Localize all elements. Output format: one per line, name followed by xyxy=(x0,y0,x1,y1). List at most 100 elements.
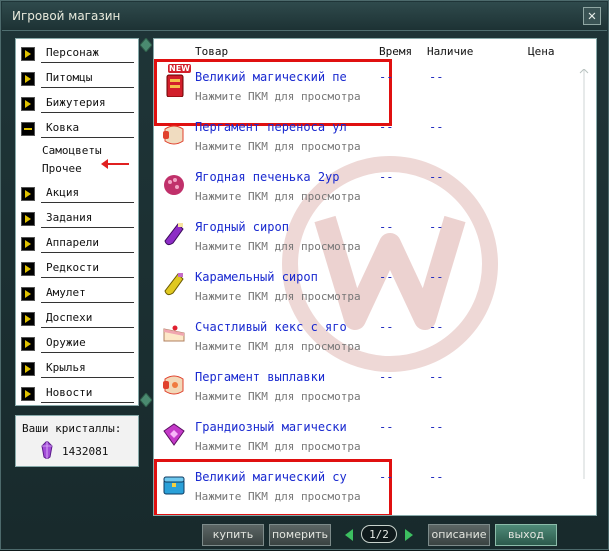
category-divider xyxy=(41,87,134,88)
prev-page-icon[interactable] xyxy=(345,529,353,541)
item-row[interactable]: Счастливый кекс с яго Нажмите ПКМ для про… xyxy=(154,312,596,362)
item-hint: Нажмите ПКМ для просмотра xyxy=(195,290,361,303)
item-availability: -- xyxy=(429,120,444,134)
new-scroll-icon[interactable] xyxy=(161,71,187,97)
try-on-button[interactable]: померить xyxy=(269,524,331,546)
category-divider xyxy=(41,202,134,203)
item-row[interactable]: Ягодный сироп Нажмите ПКМ для просмотра --… xyxy=(154,212,596,262)
item-row[interactable]: Ягодная печенька 2ур Нажмите ПКМ для прос… xyxy=(154,162,596,212)
column-header-availability: Наличие xyxy=(427,45,474,58)
category-divider xyxy=(41,137,134,138)
expand-icon[interactable] xyxy=(21,312,35,326)
red-pointer-arrow-icon xyxy=(101,159,129,169)
item-name: Пергамент выплавки xyxy=(195,370,326,384)
magic-gem-icon[interactable] xyxy=(161,421,187,447)
expand-icon[interactable] xyxy=(21,387,35,401)
item-row[interactable]: Пергамент переноса ул Нажмите ПКМ для про… xyxy=(154,112,596,162)
decorative-chevron-icon xyxy=(140,393,152,407)
expand-icon[interactable] xyxy=(21,187,35,201)
item-time: -- xyxy=(379,470,394,484)
item-list-panel: Товар Время Наличие Цена NEW Великий маги… xyxy=(153,38,597,516)
item-time: -- xyxy=(379,370,394,384)
item-row[interactable]: Грандиозный магически Нажмите ПКМ для про… xyxy=(154,412,596,462)
category-item[interactable]: Редкости xyxy=(16,256,138,280)
item-time: -- xyxy=(379,220,394,234)
blue-chest-icon[interactable] xyxy=(161,471,187,497)
category-label: Редкости xyxy=(46,261,99,274)
category-divider xyxy=(41,302,134,303)
subcategory-item[interactable]: Прочее xyxy=(42,162,82,175)
crystal-icon xyxy=(41,441,53,459)
item-hint: Нажмите ПКМ для просмотра xyxy=(195,240,361,253)
cake-slice-icon[interactable] xyxy=(161,321,187,347)
expand-icon[interactable] xyxy=(21,212,35,226)
item-availability: -- xyxy=(429,420,444,434)
next-page-icon[interactable] xyxy=(405,529,413,541)
category-item[interactable]: Бижутерия xyxy=(16,91,138,115)
item-row[interactable]: Пергамент выплавки Нажмите ПКМ для просмо… xyxy=(154,362,596,412)
category-divider xyxy=(41,327,134,328)
item-hint: Нажмите ПКМ для просмотра xyxy=(195,90,361,103)
decorative-chevron-icon xyxy=(140,38,152,52)
crystal-amount: 1432081 xyxy=(62,445,109,458)
category-item[interactable]: Крылья xyxy=(16,356,138,380)
exit-button[interactable]: выход xyxy=(495,524,557,546)
footer-bar: купить померить 1/2 описание выход xyxy=(1,519,609,551)
item-availability: -- xyxy=(429,320,444,334)
category-item[interactable]: Новости xyxy=(16,381,138,405)
category-label: Аппарели xyxy=(46,236,99,249)
crystal-label: Ваши кристаллы: xyxy=(22,422,122,435)
category-label: Персонаж xyxy=(46,46,99,59)
collapse-icon[interactable] xyxy=(21,122,35,136)
category-item[interactable]: Амулет xyxy=(16,281,138,305)
category-item[interactable]: Ковка xyxy=(16,116,138,140)
page-indicator: 1/2 xyxy=(361,525,397,543)
item-hint: Нажмите ПКМ для просмотра xyxy=(195,440,361,453)
buy-button[interactable]: купить xyxy=(202,524,264,546)
category-label: Амулет xyxy=(46,286,86,299)
item-row[interactable]: Великий магический су Нажмите ПКМ для про… xyxy=(154,462,596,512)
expand-icon[interactable] xyxy=(21,262,35,276)
category-item[interactable]: Акция xyxy=(16,181,138,205)
expand-icon[interactable] xyxy=(21,97,35,111)
category-item[interactable]: Задания xyxy=(16,206,138,230)
item-availability: -- xyxy=(429,270,444,284)
berry-cookie-icon[interactable] xyxy=(161,171,187,197)
item-time: -- xyxy=(379,170,394,184)
item-name: Карамельный сироп xyxy=(195,270,318,284)
expand-icon[interactable] xyxy=(21,72,35,86)
category-label: Доспехи xyxy=(46,311,93,324)
title-bar[interactable]: Игровой магазин ✕ xyxy=(2,2,607,31)
category-divider xyxy=(41,62,134,63)
category-item[interactable]: Персонаж xyxy=(16,41,138,65)
expand-icon[interactable] xyxy=(21,337,35,351)
subcategory-item[interactable]: Самоцветы xyxy=(42,144,102,157)
category-item[interactable]: Аппарели xyxy=(16,231,138,255)
expand-icon[interactable] xyxy=(21,237,35,251)
expand-icon[interactable] xyxy=(21,362,35,376)
category-item[interactable]: Питомцы xyxy=(16,66,138,90)
item-availability: -- xyxy=(429,470,444,484)
expand-icon[interactable] xyxy=(21,287,35,301)
description-button[interactable]: описание xyxy=(428,524,490,546)
close-button[interactable]: ✕ xyxy=(583,7,601,25)
yellow-bottle-icon[interactable] xyxy=(161,271,187,297)
item-hint: Нажмите ПКМ для просмотра xyxy=(195,390,361,403)
category-divider xyxy=(41,352,134,353)
category-item[interactable]: Доспехи xyxy=(16,306,138,330)
purple-bottle-icon[interactable] xyxy=(161,221,187,247)
item-name: Великий магический пе xyxy=(195,70,347,84)
expand-icon[interactable] xyxy=(21,47,35,61)
item-availability: -- xyxy=(429,370,444,384)
item-row[interactable]: Карамельный сироп Нажмите ПКМ для просмот… xyxy=(154,262,596,312)
parchment-scroll-icon[interactable] xyxy=(161,121,187,147)
column-header-time: Время xyxy=(379,45,413,58)
smelting-scroll-icon[interactable] xyxy=(161,371,187,397)
category-divider xyxy=(41,252,134,253)
category-label: Бижутерия xyxy=(46,96,106,109)
item-name: Ягодная печенька 2ур xyxy=(195,170,340,184)
category-item[interactable]: Оружие xyxy=(16,331,138,355)
item-name: Грандиозный магически xyxy=(195,420,347,434)
item-name: Ягодный сироп xyxy=(195,220,289,234)
item-row[interactable]: NEW Великий магический пе Нажмите ПКМ для … xyxy=(154,62,596,112)
